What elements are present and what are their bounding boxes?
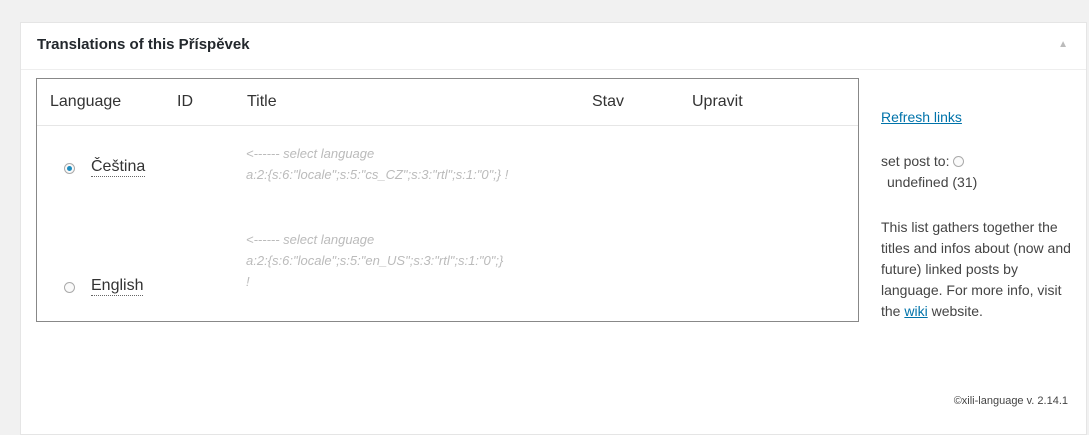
wiki-link[interactable]: wiki xyxy=(904,303,927,319)
set-post-label: set post to: xyxy=(881,153,950,169)
translations-table: Language ID Title Stav Upravit Čeština <… xyxy=(36,78,859,322)
triangle-up-icon[interactable]: ▲ xyxy=(1058,39,1068,50)
translations-metabox: Translations of this Příspěvek ▲ Languag… xyxy=(20,22,1087,435)
select-language-hint: <------ select language a:2:{s:6:"locale… xyxy=(246,143,576,185)
hint-line: <------ select language xyxy=(246,146,375,161)
undefined-label: undefined (31) xyxy=(887,174,978,190)
column-header-language: Language xyxy=(50,93,122,110)
hint-line: <------ select language xyxy=(246,232,375,247)
column-header-status: Stav xyxy=(592,93,625,110)
language-radio-cs[interactable] xyxy=(64,163,75,174)
column-header-edit: Upravit xyxy=(692,93,743,110)
table-header: Language ID Title Stav Upravit xyxy=(37,79,858,126)
table-row: Čeština <------ select language a:2:{s:6… xyxy=(37,139,858,209)
language-name-cs[interactable]: Čeština xyxy=(91,158,146,177)
undefined-radio[interactable] xyxy=(953,156,965,167)
hint-line: ! xyxy=(246,274,250,289)
column-header-id: ID xyxy=(177,93,193,110)
table-row: English <------ select language a:2:{s:6… xyxy=(37,229,858,309)
metabox-title: Translations of this Příspěvek xyxy=(37,36,250,53)
language-radio-en[interactable] xyxy=(64,282,75,293)
plugin-version: ©xili-language v. 2.14.1 xyxy=(953,395,1068,407)
set-post-block: set post to: undefined (31) xyxy=(881,151,1081,193)
refresh-links-link[interactable]: Refresh links xyxy=(881,109,962,125)
language-name-en[interactable]: English xyxy=(91,277,144,296)
info-text: This list gathers together the titles an… xyxy=(881,217,1081,322)
column-header-title: Title xyxy=(247,93,277,110)
hint-line: a:2:{s:6:"locale";s:5:"en_US";s:3:"rtl";… xyxy=(246,253,504,268)
hint-line: a:2:{s:6:"locale";s:5:"cs_CZ";s:3:"rtl";… xyxy=(246,167,509,182)
refresh-links-block: Refresh links xyxy=(881,109,1081,125)
info-text-end: website. xyxy=(927,303,983,319)
select-language-hint: <------ select language a:2:{s:6:"locale… xyxy=(246,229,576,292)
metabox-header[interactable]: Translations of this Příspěvek ▲ xyxy=(21,23,1086,70)
